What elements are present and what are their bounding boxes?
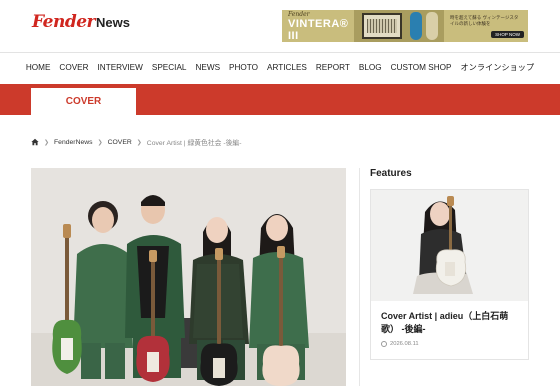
- banner-brand: Fender: [288, 10, 310, 18]
- content-divider: [359, 168, 360, 386]
- nav-item-report[interactable]: REPORT: [316, 58, 350, 78]
- nav-item-home[interactable]: HOME: [26, 58, 51, 78]
- fender-news-logo[interactable]: FenderNews: [32, 12, 130, 38]
- tab-cover[interactable]: COVER: [31, 88, 136, 115]
- nav-item-cover[interactable]: COVER: [59, 58, 88, 78]
- amplifier-image: [362, 13, 402, 39]
- header-divider: [0, 52, 560, 53]
- chevron-right-icon: ❯: [136, 139, 142, 146]
- banner-copy-panel: 時を超えて蘇る ヴィンテージスタイルの新しい体験を SHOP NOW: [444, 10, 528, 42]
- banner-brand-panel: Fender VINTERA® III: [282, 10, 354, 42]
- breadcrumb-cover[interactable]: COVER: [108, 139, 132, 146]
- guitar-cream-image: [426, 12, 438, 40]
- breadcrumb-current: Cover Artist | 緑黄色社会 -後編-: [146, 140, 242, 147]
- banner-copy: 時を超えて蘇る ヴィンテージスタイルの新しい体験を: [450, 15, 519, 26]
- feature-card-title[interactable]: Cover Artist | adieu（上白石萌歌） -後編-: [381, 310, 521, 336]
- chevron-right-icon: ❯: [44, 139, 50, 146]
- logo-fender: Fender: [32, 12, 95, 32]
- shop-now-button[interactable]: SHOP NOW: [491, 31, 524, 38]
- nav-item-custom-shop[interactable]: CUSTOM SHOP: [391, 58, 452, 78]
- nav-item-photo[interactable]: PHOTO: [229, 58, 258, 78]
- nav-item-blog[interactable]: BLOG: [359, 58, 382, 78]
- nav-item-news[interactable]: NEWS: [195, 58, 220, 78]
- feature-card[interactable]: Cover Artist | adieu（上白石萌歌） -後編- 2026.08…: [370, 189, 529, 360]
- vintera-ad-banner[interactable]: Fender VINTERA® III 時を超えて蘇る ヴィンテージスタイルの新…: [282, 10, 528, 42]
- main-nav: HOME COVER INTERVIEW SPECIAL NEWS PHOTO …: [0, 58, 560, 78]
- nav-item-articles[interactable]: ARTICLES: [267, 58, 307, 78]
- home-icon[interactable]: [31, 138, 39, 146]
- guitar-blue-image: [410, 12, 422, 40]
- feature-photo-illustration: [371, 190, 528, 301]
- nav-item-interview[interactable]: INTERVIEW: [98, 58, 143, 78]
- feature-card-date-text: 2026.08.11: [390, 341, 419, 347]
- band-photo-illustration: [31, 168, 346, 386]
- feature-card-date: 2026.08.11: [381, 341, 419, 347]
- banner-product-image: [354, 10, 444, 42]
- logo-news: News: [95, 15, 130, 30]
- nav-item-special[interactable]: SPECIAL: [152, 58, 187, 78]
- cover-band-photo: [31, 168, 346, 386]
- breadcrumb-fendernews[interactable]: FenderNews: [54, 139, 93, 146]
- breadcrumb: ❯ FenderNews ❯ COVER ❯ Cover Artist | 緑黄…: [31, 136, 241, 148]
- features-heading: Features: [370, 168, 412, 179]
- nav-item-online-shop[interactable]: オンラインショップ: [460, 58, 534, 78]
- clock-icon: [381, 341, 387, 347]
- chevron-right-icon: ❯: [97, 139, 103, 146]
- banner-title: VINTERA® III: [288, 17, 349, 42]
- feature-card-image[interactable]: [371, 190, 528, 301]
- site-header: FenderNews Fender VINTERA® III 時を超えて蘇る ヴ…: [0, 0, 560, 52]
- tab-cover-label: COVER: [65, 96, 102, 107]
